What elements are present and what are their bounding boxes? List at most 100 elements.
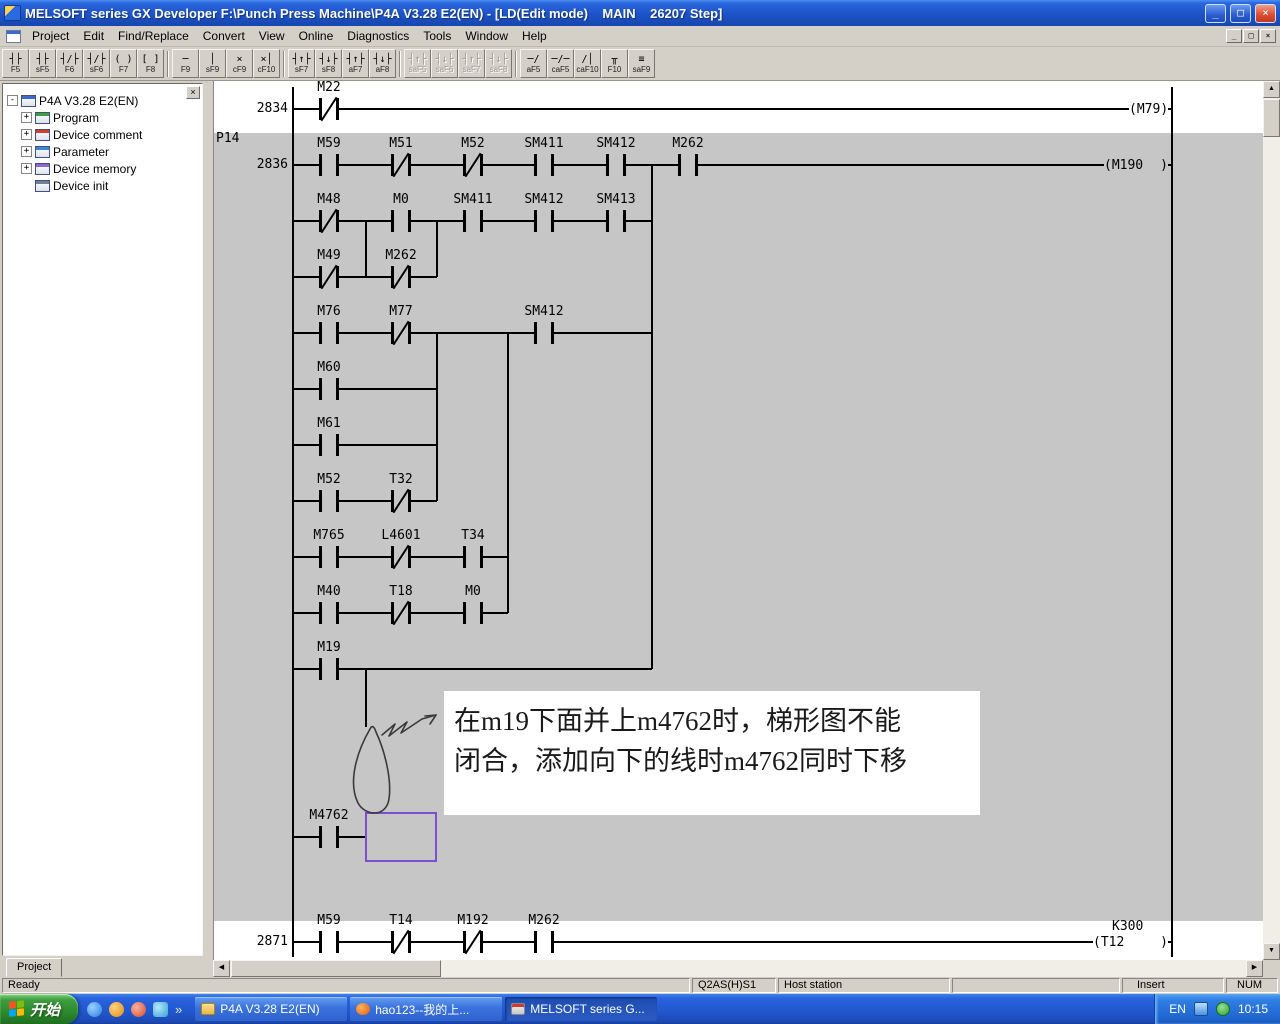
contact-m40[interactable]: M40: [319, 602, 339, 624]
contact-m262[interactable]: M262: [534, 931, 554, 953]
restore-button[interactable]: □: [1230, 4, 1251, 23]
quick-launch-overflow-icon[interactable]: »: [175, 1002, 182, 1017]
shield-tray-icon[interactable]: [1216, 1002, 1230, 1016]
panel-close-icon[interactable]: ×: [186, 86, 200, 99]
task-button-hao123[interactable]: hao123--我的上...: [350, 997, 502, 1021]
expand-icon[interactable]: +: [21, 129, 32, 140]
contact-t14[interactable]: T14: [391, 931, 411, 953]
menu-project[interactable]: Project: [25, 27, 76, 46]
contact-l4601[interactable]: L4601: [391, 546, 411, 568]
contact-m52[interactable]: M52: [319, 490, 339, 512]
media-player-icon[interactable]: [131, 1002, 146, 1017]
contact-m192[interactable]: M192: [463, 931, 483, 953]
tool-f9[interactable]: ─F9: [172, 49, 199, 78]
expand-icon[interactable]: +: [21, 163, 32, 174]
mdi-restore-button[interactable]: □: [1243, 29, 1259, 43]
contact-m19[interactable]: M19: [319, 658, 339, 680]
contact-m77[interactable]: M77: [391, 322, 411, 344]
coil-t12[interactable]: (T12): [1093, 933, 1168, 951]
tool-af8[interactable]: ┤↓├aF8: [369, 49, 396, 78]
menu-window[interactable]: Window: [458, 27, 515, 46]
contact-m22[interactable]: M22: [319, 98, 339, 120]
vertical-scroll-thumb[interactable]: [1263, 99, 1280, 137]
tool-sf9[interactable]: │sF9: [199, 49, 226, 78]
menu-help[interactable]: Help: [515, 27, 554, 46]
contact-m4762[interactable]: M4762: [319, 826, 339, 848]
contact-m48[interactable]: M48: [319, 210, 339, 232]
tree-item-program[interactable]: +Program: [7, 109, 200, 126]
contact-m51[interactable]: M51: [391, 154, 411, 176]
contact-m59[interactable]: M59: [319, 931, 339, 953]
tree-item-device-comment[interactable]: +Device comment: [7, 126, 200, 143]
tool-sf7[interactable]: ┤↑├sF7: [288, 49, 315, 78]
display-tray-icon[interactable]: [1194, 1002, 1208, 1016]
tool-sf6[interactable]: ┤/├sF6: [83, 49, 110, 78]
ladder-canvas[interactable]: 2834M22(M79)P142836M59M51M52SM411SM412M2…: [213, 81, 1263, 960]
contact-m262[interactable]: M262: [678, 154, 698, 176]
menu-convert[interactable]: Convert: [196, 27, 252, 46]
tool-f10[interactable]: ╥F10: [601, 49, 628, 78]
vertical-scrollbar[interactable]: ▲ ▼: [1263, 81, 1280, 960]
coil-m190[interactable]: (M190): [1104, 156, 1168, 174]
close-button[interactable]: ×: [1255, 4, 1276, 23]
horizontal-scrollbar[interactable]: ◀ ▶: [213, 960, 1263, 977]
menu-tools[interactable]: Tools: [416, 27, 458, 46]
contact-m765[interactable]: M765: [319, 546, 339, 568]
tool-f8[interactable]: [ ]F8: [137, 49, 164, 78]
tool-sf5[interactable]: ┤├sF5: [29, 49, 56, 78]
contact-t18[interactable]: T18: [391, 602, 411, 624]
contact-m60[interactable]: M60: [319, 378, 339, 400]
ladder-window-icon[interactable]: [6, 30, 21, 43]
minimize-button[interactable]: _: [1205, 4, 1226, 23]
task-button-melsoft-series-g[interactable]: MELSOFT series G...: [505, 997, 657, 1021]
tool-f6[interactable]: ┤/├F6: [56, 49, 83, 78]
tool-af5[interactable]: ─/aF5: [520, 49, 547, 78]
contact-m76[interactable]: M76: [319, 322, 339, 344]
tree-item-device-init[interactable]: Device init: [7, 177, 200, 194]
contact-t32[interactable]: T32: [391, 490, 411, 512]
contact-sm412[interactable]: SM412: [606, 154, 626, 176]
menu-online[interactable]: Online: [292, 27, 341, 46]
contact-sm411[interactable]: SM411: [463, 210, 483, 232]
contact-sm411[interactable]: SM411: [534, 154, 554, 176]
contact-m49[interactable]: M49: [319, 266, 339, 288]
task-button-p4a-v3-28-e2-en[interactable]: P4A V3.28 E2(EN): [195, 997, 347, 1021]
panel-splitter[interactable]: [203, 81, 213, 977]
tool-af7[interactable]: ┤↑├aF7: [342, 49, 369, 78]
scroll-left-icon[interactable]: ◀: [213, 960, 230, 977]
scroll-down-icon[interactable]: ▼: [1263, 943, 1280, 960]
contact-t34[interactable]: T34: [463, 546, 483, 568]
tool-f5[interactable]: ┤├F5: [2, 49, 29, 78]
expand-icon[interactable]: +: [21, 112, 32, 123]
expand-icon[interactable]: +: [21, 146, 32, 157]
show-desktop-icon[interactable]: [153, 1002, 168, 1017]
ie-icon[interactable]: [87, 1002, 102, 1017]
contact-m59[interactable]: M59: [319, 154, 339, 176]
horizontal-scroll-thumb[interactable]: [231, 960, 441, 977]
contact-sm412[interactable]: SM412: [534, 322, 554, 344]
tool-caf5[interactable]: ─/─caF5: [547, 49, 574, 78]
tree-item-device-memory[interactable]: +Device memory: [7, 160, 200, 177]
tool-sf8[interactable]: ┤↓├sF8: [315, 49, 342, 78]
tool-saf9[interactable]: ≡saF9: [628, 49, 655, 78]
contact-sm413[interactable]: SM413: [606, 210, 626, 232]
language-indicator[interactable]: EN: [1169, 1002, 1186, 1016]
tool-caf10[interactable]: /│caF10: [574, 49, 601, 78]
tab-project[interactable]: Project: [6, 958, 62, 977]
tree-item-parameter[interactable]: +Parameter: [7, 143, 200, 160]
contact-m61[interactable]: M61: [319, 434, 339, 456]
tool-cf9[interactable]: ×cF9: [226, 49, 253, 78]
contact-m0[interactable]: M0: [463, 602, 483, 624]
menu-diagnostics[interactable]: Diagnostics: [340, 27, 416, 46]
coil-m79[interactable]: (M79): [1129, 100, 1168, 118]
tool-f7[interactable]: ( )F7: [110, 49, 137, 78]
tree-root[interactable]: - P4A V3.28 E2(EN): [7, 92, 200, 109]
mdi-close-button[interactable]: ×: [1260, 29, 1276, 43]
mdi-minimize-button[interactable]: _: [1226, 29, 1242, 43]
menu-edit[interactable]: Edit: [76, 27, 111, 46]
collapse-icon[interactable]: -: [7, 95, 18, 106]
outlook-icon[interactable]: [109, 1002, 124, 1017]
contact-m262[interactable]: M262: [391, 266, 411, 288]
contact-m0[interactable]: M0: [391, 210, 411, 232]
scroll-right-icon[interactable]: ▶: [1246, 960, 1263, 977]
